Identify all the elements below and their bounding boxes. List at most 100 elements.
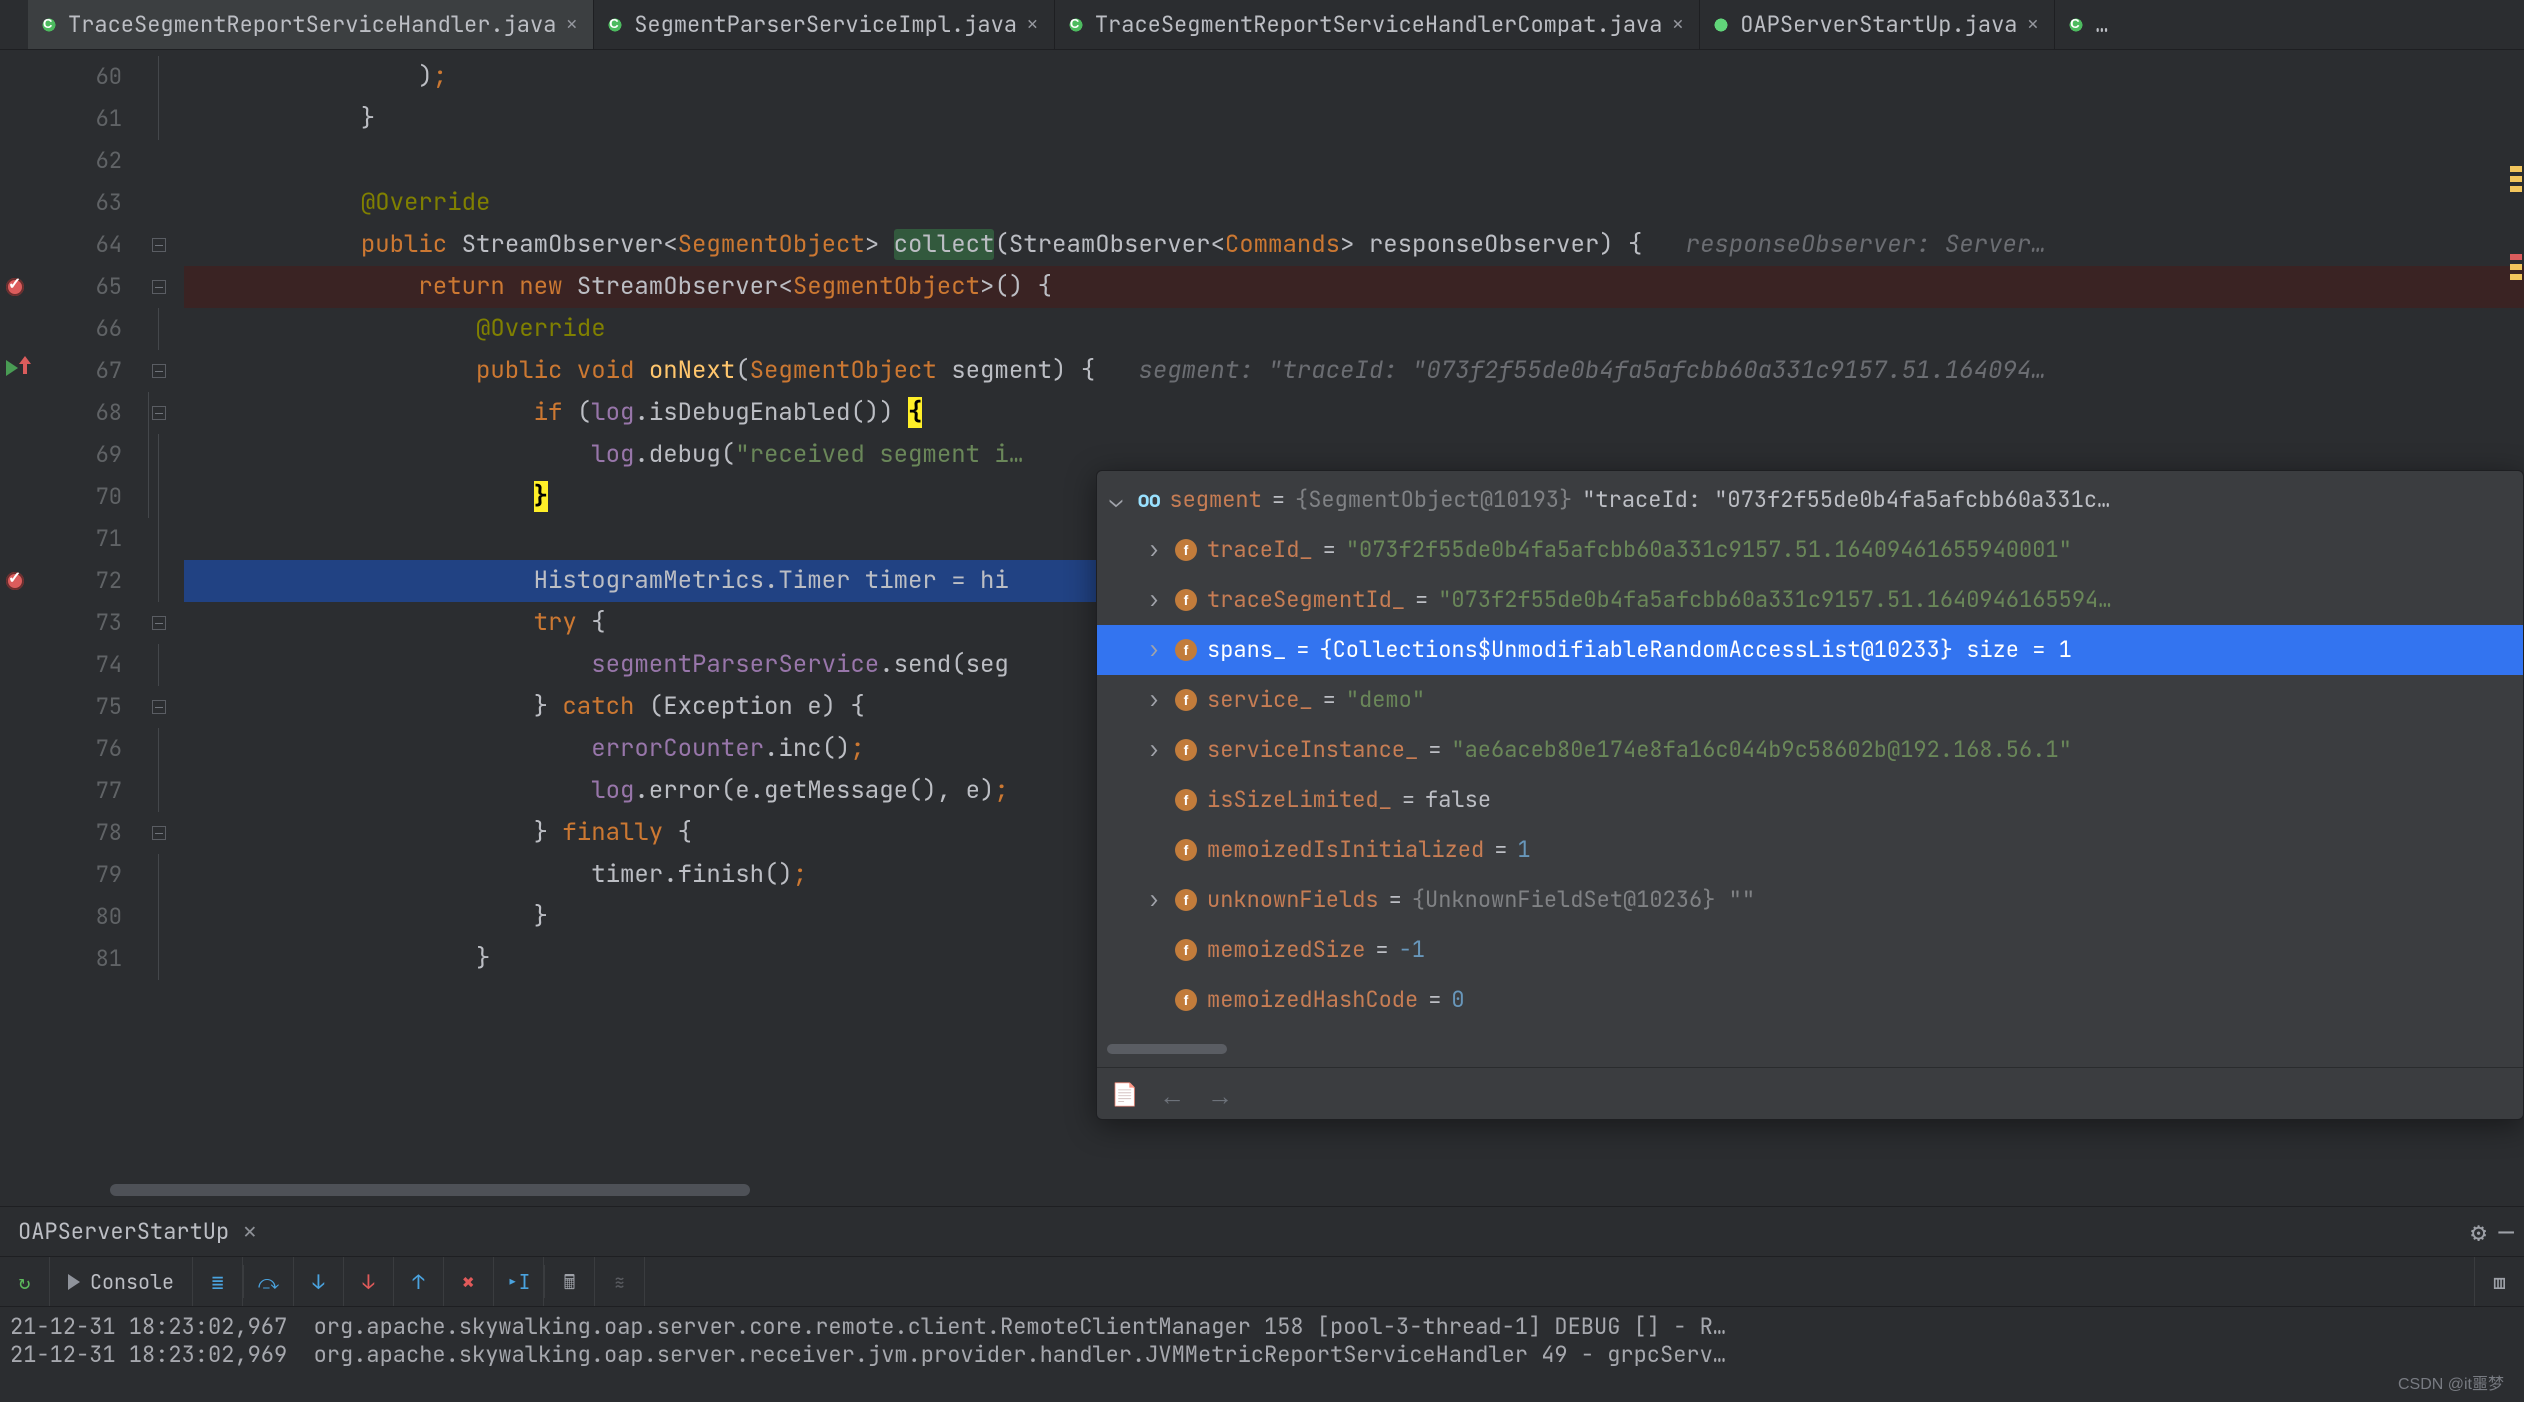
fold-toggle[interactable]: [152, 364, 166, 378]
variable-row[interactable]: ›fspans_ = {Collections$UnmodifiableRand…: [1097, 625, 2523, 675]
drop-frame-button[interactable]: ✖: [444, 1257, 494, 1306]
watermark: CSDN @it噩梦: [2398, 1370, 2504, 1394]
variable-row[interactable]: ›ftraceId_ = "073f2f55de0b4fa5afcbb60a33…: [1097, 525, 2523, 575]
close-icon[interactable]: ✕: [2027, 11, 2038, 39]
console-tab[interactable]: Console: [50, 1257, 193, 1306]
toolwindow-tab-oap[interactable]: OAPServerStartUp ✕: [0, 1207, 274, 1256]
toolwindow-tabs: OAPServerStartUp ✕ ⚙ —: [0, 1207, 2524, 1257]
expand-toggle[interactable]: ›: [1143, 736, 1165, 764]
code-line[interactable]: }: [184, 98, 2524, 140]
field-icon: f: [1175, 689, 1197, 711]
code-line[interactable]: return new StreamObserver<SegmentObject>…: [184, 266, 2524, 308]
debug-horizontal-scrollbar[interactable]: [1107, 1041, 2513, 1059]
fold-toggle[interactable]: [152, 826, 166, 840]
console-output[interactable]: 21-12-31 18:23:02,967 org.apache.skywalk…: [0, 1307, 2524, 1402]
debug-toolbar: ↻ Console ≣ ⤼ ↓ ↓ ↑ ✖ ▸I 🖩 ≋ ▥: [0, 1257, 2524, 1307]
tab-label: TraceSegmentReportServiceHandler.java: [68, 11, 556, 39]
layout-button[interactable]: ▥: [2474, 1257, 2524, 1306]
variable-value: 0: [1451, 986, 1464, 1014]
new-watch-icon[interactable]: [1111, 1081, 1137, 1107]
run-gutter-icon[interactable]: [6, 360, 18, 376]
close-icon[interactable]: ✕: [243, 1218, 256, 1246]
scrollbar-thumb[interactable]: [1107, 1044, 1227, 1054]
step-out-button[interactable]: ↑: [394, 1257, 444, 1306]
rerun-button[interactable]: ↻: [0, 1257, 50, 1306]
variable-name: unknownFields: [1207, 886, 1379, 914]
code-line[interactable]: );: [184, 56, 2524, 98]
tab-label: TraceSegmentReportServiceHandlerCompat.j…: [1095, 11, 1663, 39]
expand-toggle[interactable]: ›: [1143, 886, 1165, 914]
expand-toggle[interactable]: ›: [1143, 586, 1165, 614]
variable-value: "073f2f55de0b4fa5afcbb60a331c9157.51.164…: [1438, 586, 2111, 614]
code-line[interactable]: public void onNext(SegmentObject segment…: [184, 350, 2524, 392]
field-icon: f: [1175, 889, 1197, 911]
debug-popup-toolbar: [1097, 1067, 2523, 1119]
class-icon: [2067, 16, 2085, 34]
back-icon[interactable]: [1159, 1081, 1185, 1107]
expand-toggle[interactable]: ›: [1143, 636, 1165, 664]
tab-trace-segment-compat[interactable]: TraceSegmentReportServiceHandlerCompat.j…: [1055, 0, 1700, 49]
close-icon[interactable]: ✕: [1672, 11, 1683, 39]
step-into-button[interactable]: ↓: [294, 1257, 344, 1306]
tab-trace-segment-handler[interactable]: TraceSegmentReportServiceHandler.java ✕: [28, 0, 594, 49]
variable-value: false: [1425, 786, 1491, 814]
breakpoint-icon[interactable]: [6, 572, 24, 590]
expand-toggle[interactable]: ›: [1143, 536, 1165, 564]
variable-name: serviceInstance_: [1207, 736, 1418, 764]
field-icon: f: [1175, 989, 1197, 1011]
breakpoint-gutter[interactable]: [0, 50, 44, 1206]
fold-toggle[interactable]: [152, 238, 166, 252]
debug-variable-tree[interactable]: ⌄ oo segment = {SegmentObject@10193} "tr…: [1097, 471, 2523, 1037]
class-icon: [40, 16, 58, 34]
close-icon[interactable]: ✕: [1027, 11, 1038, 39]
variable-name: memoizedIsInitialized: [1207, 836, 1484, 864]
code-line[interactable]: @Override: [184, 308, 2524, 350]
fold-toggle[interactable]: [152, 280, 166, 294]
variable-row[interactable]: ›fserviceInstance_ = "ae6aceb80e174e8fa1…: [1097, 725, 2523, 775]
variable-value: -1: [1399, 936, 1425, 964]
fold-toggle[interactable]: [152, 700, 166, 714]
trace-button[interactable]: ≋: [595, 1257, 645, 1306]
breakpoint-icon[interactable]: [6, 278, 24, 296]
variable-row[interactable]: ›fmemoizedIsInitialized = 1: [1097, 825, 2523, 875]
tab-label: …: [2095, 11, 2108, 39]
step-over-button[interactable]: ⤼: [244, 1257, 294, 1306]
debug-variables-popup[interactable]: ⌄ oo segment = {SegmentObject@10193} "tr…: [1096, 470, 2524, 1120]
field-icon: f: [1175, 639, 1197, 661]
variable-name: traceSegmentId_: [1207, 586, 1405, 614]
forward-icon[interactable]: [1207, 1081, 1233, 1107]
tab-label: SegmentParserServiceImpl.java: [634, 11, 1017, 39]
variable-row[interactable]: ›ftraceSegmentId_ = "073f2f55de0b4fa5afc…: [1097, 575, 2523, 625]
expand-toggle[interactable]: ›: [1143, 686, 1165, 714]
variable-row-root[interactable]: ⌄ oo segment = {SegmentObject@10193} "tr…: [1097, 475, 2523, 525]
field-icon: f: [1175, 589, 1197, 611]
class-icon: [1067, 16, 1085, 34]
variable-row[interactable]: ›fmemoizedSize = -1: [1097, 925, 2523, 975]
code-line[interactable]: @Override: [184, 182, 2524, 224]
gear-icon[interactable]: ⚙: [2471, 1218, 2487, 1246]
evaluate-button[interactable]: 🖩: [545, 1257, 595, 1306]
run-to-cursor-button[interactable]: ▸I: [494, 1257, 544, 1306]
tab-segment-parser-impl[interactable]: SegmentParserServiceImpl.java ✕: [594, 0, 1055, 49]
variable-row[interactable]: ›fmemoizedHashCode = 0: [1097, 975, 2523, 1025]
expand-toggle[interactable]: ⌄: [1105, 486, 1127, 514]
fold-toggle[interactable]: [152, 406, 166, 420]
code-line[interactable]: public StreamObserver<SegmentObject> col…: [184, 224, 2524, 266]
editor-horizontal-scrollbar[interactable]: [110, 1182, 1010, 1198]
variable-row[interactable]: ›fisSizeLimited_ = false: [1097, 775, 2523, 825]
code-line[interactable]: if (log.isDebugEnabled()) {: [184, 392, 2524, 434]
minimize-icon[interactable]: —: [2498, 1218, 2514, 1246]
line-number-gutter[interactable]: 60616263 64656667 68697071 72737475 7677…: [44, 50, 144, 1206]
fold-gutter[interactable]: [144, 50, 184, 1206]
variable-row[interactable]: ›fservice_ = "demo": [1097, 675, 2523, 725]
threads-button[interactable]: ≣: [193, 1257, 243, 1306]
fold-toggle[interactable]: [152, 616, 166, 630]
variable-row[interactable]: ›funknownFields = {UnknownFieldSet@10236…: [1097, 875, 2523, 925]
variable-name: isSizeLimited_: [1207, 786, 1392, 814]
code-line[interactable]: [184, 140, 2524, 182]
scrollbar-thumb[interactable]: [110, 1184, 750, 1196]
tab-oap-startup[interactable]: OAPServerStartUp.java ✕: [1700, 0, 2055, 49]
close-icon[interactable]: ✕: [566, 11, 577, 39]
tab-overflow[interactable]: …: [2055, 0, 2124, 49]
force-step-into-button[interactable]: ↓: [344, 1257, 394, 1306]
